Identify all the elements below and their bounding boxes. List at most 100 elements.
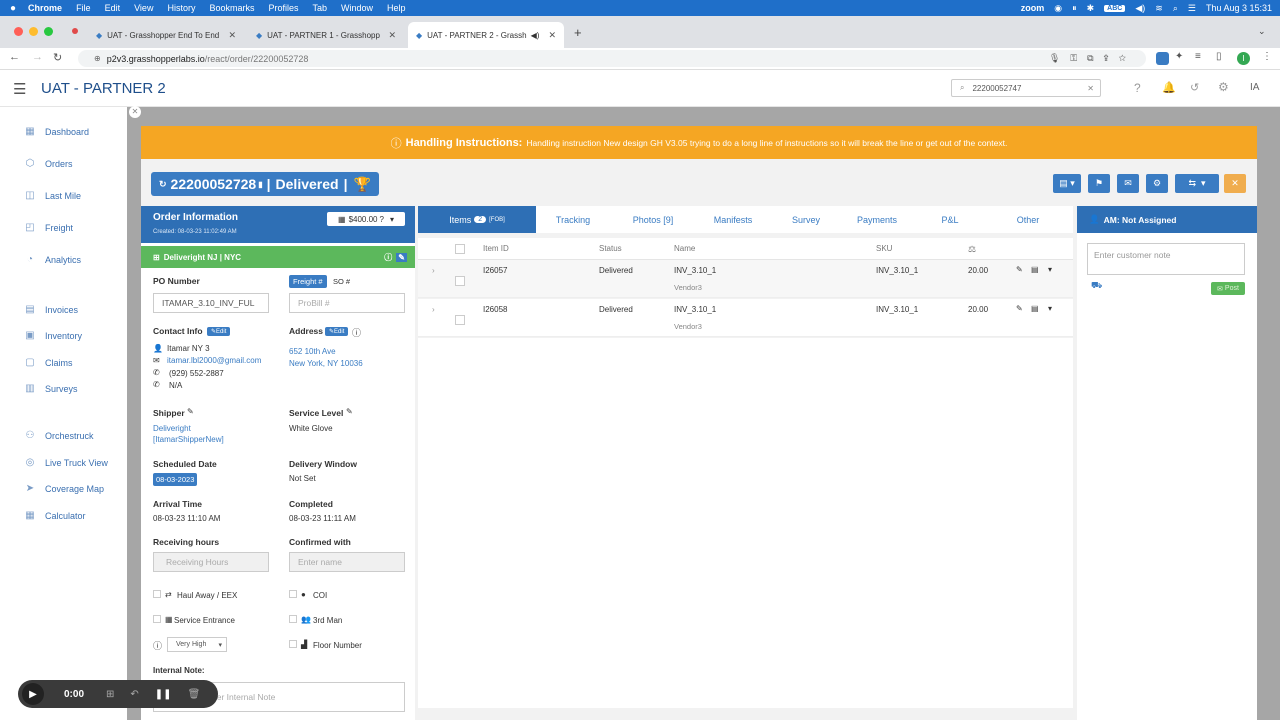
row-document-icon[interactable]: ▤ <box>1031 265 1039 274</box>
apple-icon[interactable]: ● <box>10 3 16 14</box>
floor-number-checkbox[interactable] <box>289 640 297 648</box>
row-checkbox[interactable] <box>455 315 465 325</box>
side-panel-icon[interactable]: ▯ <box>1216 51 1222 62</box>
menu-bookmarks[interactable]: Bookmarks <box>209 3 254 13</box>
shipper-name-link[interactable]: Deliveright <box>153 424 191 433</box>
copy-icon[interactable]: ▮ <box>258 180 262 189</box>
tab-manifests[interactable]: Manifests <box>696 206 770 233</box>
sidebar-item-freight[interactable]: ◰ Freight <box>22 222 73 233</box>
address-bar[interactable]: ⊕ p2v3.grasshopperlabs.io/react/order/22… <box>78 50 1146 67</box>
clock[interactable]: Thu Aug 3 15:31 <box>1206 3 1272 13</box>
price-dropdown[interactable]: ▦ $400.00 ? ▾ <box>327 212 405 226</box>
close-tab-icon[interactable]: ✕ <box>228 30 236 41</box>
wifi-icon[interactable]: ≋ <box>1155 3 1163 14</box>
info-icon[interactable]: ⓘ <box>352 326 361 339</box>
third-man-checkbox[interactable] <box>289 615 297 623</box>
so-number-tab[interactable]: SO # <box>333 277 350 286</box>
sidebar-item-live-truck-view[interactable]: ◎ Live Truck View <box>22 457 108 468</box>
weight-scale-icon[interactable]: ⚖ <box>968 244 976 255</box>
receiving-hours-input[interactable]: Receiving Hours <box>153 552 269 572</box>
haul-away-checkbox[interactable] <box>153 590 161 598</box>
notifications-bell-icon[interactable]: 🔔 <box>1162 81 1176 94</box>
sidebar-item-inventory[interactable]: ▣ Inventory <box>22 330 82 341</box>
document-dropdown-button[interactable]: ▤ ▾ <box>1053 174 1081 193</box>
bluetooth-icon[interactable]: ✱ <box>1087 3 1095 14</box>
maximize-window-button[interactable] <box>44 27 53 36</box>
sidebar-item-dashboard[interactable]: ▦ Dashboard <box>22 126 89 137</box>
volume-icon[interactable]: ◀) <box>1135 3 1145 14</box>
pause-icon[interactable]: ❚❚ <box>155 689 172 700</box>
expand-row-icon[interactable]: › <box>432 305 435 314</box>
priority-select[interactable]: Very High ▾ <box>167 637 227 652</box>
info-icon[interactable]: ⓘ <box>384 252 392 263</box>
plus-square-icon[interactable]: ⊞ <box>153 253 160 262</box>
freight-number-tab[interactable]: Freight # <box>289 275 327 288</box>
column-item-id[interactable]: Item ID <box>483 244 509 253</box>
sidebar-item-analytics[interactable]: ◔ Analytics <box>22 254 81 265</box>
email-button[interactable]: ✉ <box>1117 174 1139 193</box>
tab-survey[interactable]: Survey <box>771 206 841 233</box>
transfer-dropdown-button[interactable]: ⇆ ▾ <box>1175 174 1219 193</box>
menu-view[interactable]: View <box>134 3 153 13</box>
control-center-icon[interactable]: ☰ <box>1188 3 1196 14</box>
global-search-input[interactable]: ⌕ 22200052747 ✕ <box>951 79 1101 97</box>
sidebar-item-last-mile[interactable]: ◫ Last Mile <box>22 190 81 201</box>
column-sku[interactable]: SKU <box>876 244 892 253</box>
edit-row-icon[interactable]: ✎ <box>1016 265 1023 274</box>
new-tab-button[interactable]: + <box>574 25 582 40</box>
reload-icon[interactable]: ↻ <box>53 51 62 64</box>
expand-row-icon[interactable]: › <box>432 266 435 275</box>
close-modal-button[interactable]: ✕ <box>1224 174 1246 193</box>
edit-icon[interactable]: ✎ <box>346 407 353 416</box>
user-avatar[interactable]: IA <box>1250 82 1259 93</box>
menu-file[interactable]: File <box>76 3 91 13</box>
po-number-input[interactable]: ITAMAR_3.10_INV_FUL <box>153 293 269 313</box>
edit-icon[interactable]: ✎ <box>187 407 194 416</box>
undo-icon[interactable]: ↶ <box>130 689 138 700</box>
post-note-button[interactable]: ✉ Post <box>1211 282 1245 295</box>
pause-status-icon[interactable]: ⏸ <box>1072 3 1077 14</box>
sidebar-item-coverage-map[interactable]: ➤ Coverage Map <box>22 483 104 494</box>
column-name[interactable]: Name <box>674 244 695 253</box>
keyboard-input[interactable]: ABC <box>1104 4 1126 12</box>
back-icon[interactable]: ← <box>9 51 20 63</box>
shipper-code-link[interactable]: [ItamarShipperNew] <box>153 435 224 444</box>
menu-profiles[interactable]: Profiles <box>268 3 298 13</box>
edit-row-icon[interactable]: ✎ <box>1016 304 1023 313</box>
close-window-button[interactable] <box>14 27 23 36</box>
row-actions-chevron-icon[interactable]: ▾ <box>1048 265 1052 274</box>
address-edit-button[interactable]: ✎Edit <box>325 327 349 336</box>
media-icon[interactable]: ≡ <box>1195 51 1201 62</box>
profile-avatar[interactable]: I <box>1237 52 1250 65</box>
close-tab-icon[interactable]: ✕ <box>388 30 396 41</box>
camera-icon[interactable]: ▶ <box>22 683 44 705</box>
browser-tab-2[interactable]: ◆ UAT - PARTNER 1 - Grasshopp ✕ <box>248 22 404 48</box>
row-checkbox[interactable] <box>455 276 465 286</box>
menu-tab[interactable]: Tab <box>313 3 328 13</box>
sidebar-item-orders[interactable]: ⬡ Orders <box>22 158 73 169</box>
hamburger-menu-icon[interactable]: ☰ <box>13 80 26 98</box>
help-icon[interactable]: ? <box>1134 81 1141 95</box>
sidebar-item-claims[interactable]: ▢ Claims <box>22 357 72 368</box>
tab-tracking[interactable]: Tracking <box>536 206 610 233</box>
sidebar-item-calculator[interactable]: ▦ Calculator <box>22 510 85 521</box>
tab-search-icon[interactable]: ⌄ <box>1258 26 1266 37</box>
sidebar-item-orchestruck[interactable]: ⚇ Orchestruck <box>22 430 94 441</box>
tab-payments[interactable]: Payments <box>842 206 912 233</box>
sidebar-item-invoices[interactable]: ▤ Invoices <box>22 304 78 315</box>
address-line-2[interactable]: New York, NY 10036 <box>289 359 363 368</box>
tab-pnl[interactable]: P&L <box>915 206 985 233</box>
clear-search-icon[interactable]: ✕ <box>1087 84 1094 93</box>
settings-button[interactable]: ⚙ <box>1146 174 1168 193</box>
grid-icon[interactable]: ⊞ <box>106 689 114 700</box>
sidebar-item-surveys[interactable]: ▥ Surveys <box>22 383 77 394</box>
trash-icon[interactable]: 🗑 <box>188 689 201 700</box>
coi-checkbox[interactable] <box>289 590 297 598</box>
edit-icon[interactable]: ✎ <box>396 252 407 262</box>
scheduled-date-value[interactable]: 08-03-2023 <box>153 473 198 486</box>
extension-icon[interactable] <box>1156 52 1169 65</box>
flag-button[interactable]: ⚑ <box>1088 174 1110 193</box>
row-actions-chevron-icon[interactable]: ▾ <box>1048 304 1052 313</box>
service-entrance-checkbox[interactable] <box>153 615 161 623</box>
record-status-icon[interactable]: ◉ <box>1054 3 1062 14</box>
